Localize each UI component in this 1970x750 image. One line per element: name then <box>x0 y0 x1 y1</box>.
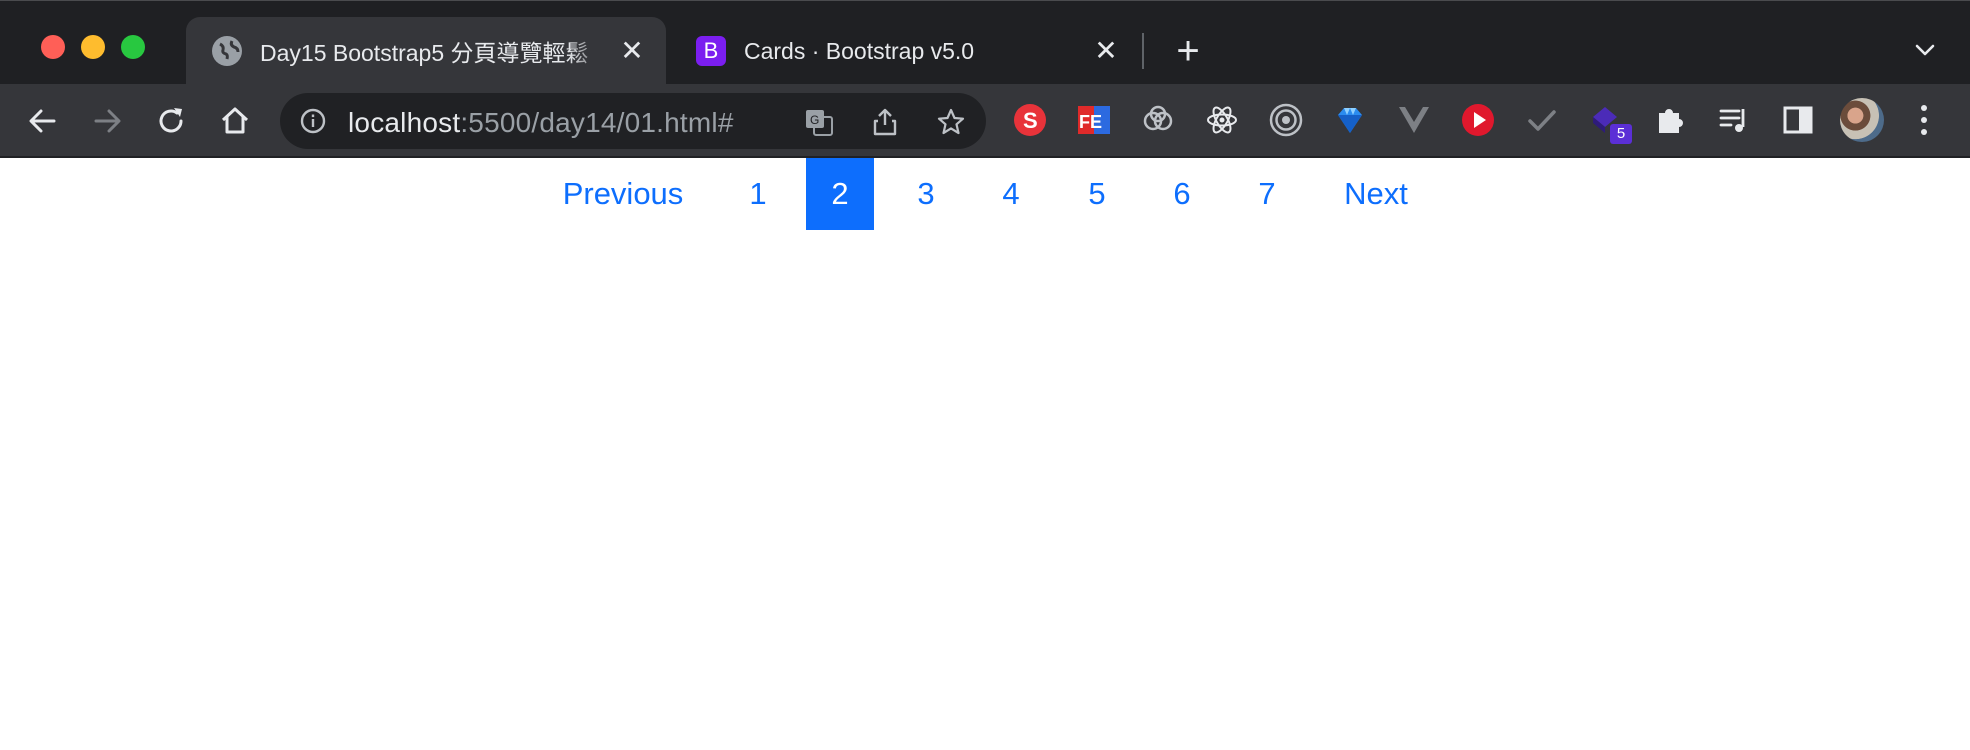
vue-devtools-icon[interactable] <box>1396 102 1432 138</box>
home-icon[interactable] <box>218 104 252 138</box>
tab-strip: Day15 Bootstrap5 分頁導覽輕鬆 ✕ B Cards · Boot… <box>0 0 1970 85</box>
globe-icon <box>212 36 242 66</box>
pagination-previous-link[interactable]: Previous <box>548 158 698 230</box>
bootstrap-icon: B <box>696 36 726 66</box>
pagination-page-1[interactable]: 1 <box>720 158 796 230</box>
close-window-button[interactable] <box>41 35 65 59</box>
play-extension-icon[interactable] <box>1460 102 1496 138</box>
more-menu-icon[interactable] <box>1918 102 1930 138</box>
svg-text:FE: FE <box>1079 112 1102 132</box>
puzzle-extensions-icon[interactable] <box>1652 102 1688 138</box>
fe-extension-icon[interactable]: FE <box>1076 102 1112 138</box>
minimize-window-button[interactable] <box>81 35 105 59</box>
tab-title: Day15 Bootstrap5 分頁導覽輕鬆 <box>260 40 589 66</box>
close-tab-icon[interactable]: ✕ <box>618 37 646 65</box>
info-icon[interactable] <box>300 108 326 134</box>
svg-text:S: S <box>1023 108 1038 133</box>
browser-toolbar: localhost:5500/day14/01.html# G S FE 5 <box>0 84 1970 158</box>
close-tab-icon[interactable]: ✕ <box>1092 37 1120 65</box>
side-panel-icon[interactable] <box>1780 102 1816 138</box>
s-extension-icon[interactable]: S <box>1012 102 1048 138</box>
gem-extension-icon[interactable] <box>1332 102 1368 138</box>
address-bar[interactable]: localhost:5500/day14/01.html# G <box>280 93 986 149</box>
react-devtools-icon[interactable] <box>1204 102 1240 138</box>
share-icon[interactable] <box>870 107 900 137</box>
tab-cards-bootstrap[interactable]: B Cards · Bootstrap v5.0 ✕ <box>670 17 1140 85</box>
pagination-page-4[interactable]: 4 <box>975 158 1047 230</box>
translate-icon[interactable]: G <box>804 107 834 137</box>
cube-extension-icon[interactable]: 5 <box>1588 102 1632 144</box>
pagination-page-5[interactable]: 5 <box>1061 158 1133 230</box>
pagination-page-3[interactable]: 3 <box>890 158 962 230</box>
tab-title: Cards · Bootstrap v5.0 <box>744 37 975 64</box>
cookie-extension-icon[interactable] <box>1140 102 1176 138</box>
media-queue-icon[interactable] <box>1716 102 1752 138</box>
bookmark-star-icon[interactable] <box>936 107 966 137</box>
pagination-page-2-active[interactable]: 2 <box>806 158 874 230</box>
reload-icon[interactable] <box>154 104 188 138</box>
profile-avatar[interactable] <box>1840 98 1884 142</box>
tab-day15[interactable]: Day15 Bootstrap5 分頁導覽輕鬆 ✕ <box>186 17 666 85</box>
check-extension-icon[interactable] <box>1524 102 1560 138</box>
tab-divider <box>1142 33 1144 69</box>
zoom-window-button[interactable] <box>121 35 145 59</box>
forward-arrow-icon[interactable] <box>90 104 124 138</box>
url-path: :5500/day14/01.html# <box>460 107 734 138</box>
pagination-next-link[interactable]: Next <box>1326 158 1426 230</box>
chevron-down-icon[interactable] <box>1910 35 1940 65</box>
back-arrow-icon[interactable] <box>26 104 60 138</box>
pagination: Previous 1 2 3 4 5 6 7 Next <box>0 158 1970 230</box>
url-text: localhost:5500/day14/01.html# <box>348 107 734 139</box>
extension-badge: 5 <box>1610 124 1632 144</box>
target-extension-icon[interactable] <box>1268 102 1304 138</box>
new-tab-button[interactable]: + <box>1170 31 1206 71</box>
pagination-page-7[interactable]: 7 <box>1231 158 1303 230</box>
pagination-page-6[interactable]: 6 <box>1146 158 1218 230</box>
svg-text:G: G <box>810 113 819 127</box>
url-host: localhost <box>348 107 461 138</box>
